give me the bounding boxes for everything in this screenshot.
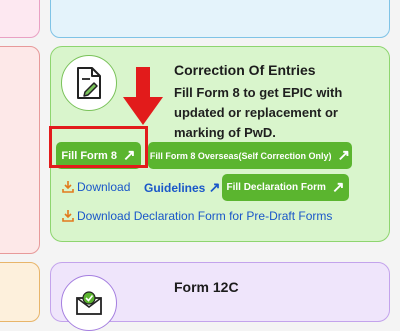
fill-form-8-overseas-label: Fill Form 8 Overseas(Self Correction Onl… [149,150,332,161]
guidelines-label: Guidelines [144,181,206,195]
download-icon [62,210,74,222]
fill-declaration-form-button[interactable]: Fill Declaration Form ↗ [222,174,349,201]
download-icon [62,181,74,193]
envelope-check-icon [61,275,117,331]
form-edit-icon [61,55,117,111]
fill-declaration-form-label: Fill Declaration Form [226,182,326,193]
red-down-arrow [123,67,163,125]
highlight-box [49,126,148,168]
card-description: Fill Form 8 to get EPIC with updated or … [174,85,343,140]
top-card [50,0,390,38]
arrow-up-right-icon: ↗ [337,147,351,164]
left-card-bottom [0,262,40,322]
arrow-up-right-icon: ↗ [208,179,221,195]
form-12c-title: Form 12C [174,279,239,295]
left-card-middle [0,46,40,254]
arrow-up-right-icon: ↗ [331,179,345,196]
pre-draft-declaration-link[interactable]: Download Declaration Form for Pre-Draft … [77,209,332,223]
guidelines-link[interactable]: Guidelines ↗ [144,179,220,196]
card-title: Correction Of Entries [174,62,316,78]
fill-form-8-overseas-button[interactable]: Fill Form 8 Overseas(Self Correction Onl… [148,142,352,169]
download-link[interactable]: Download [77,180,130,194]
left-card-top [0,0,40,38]
